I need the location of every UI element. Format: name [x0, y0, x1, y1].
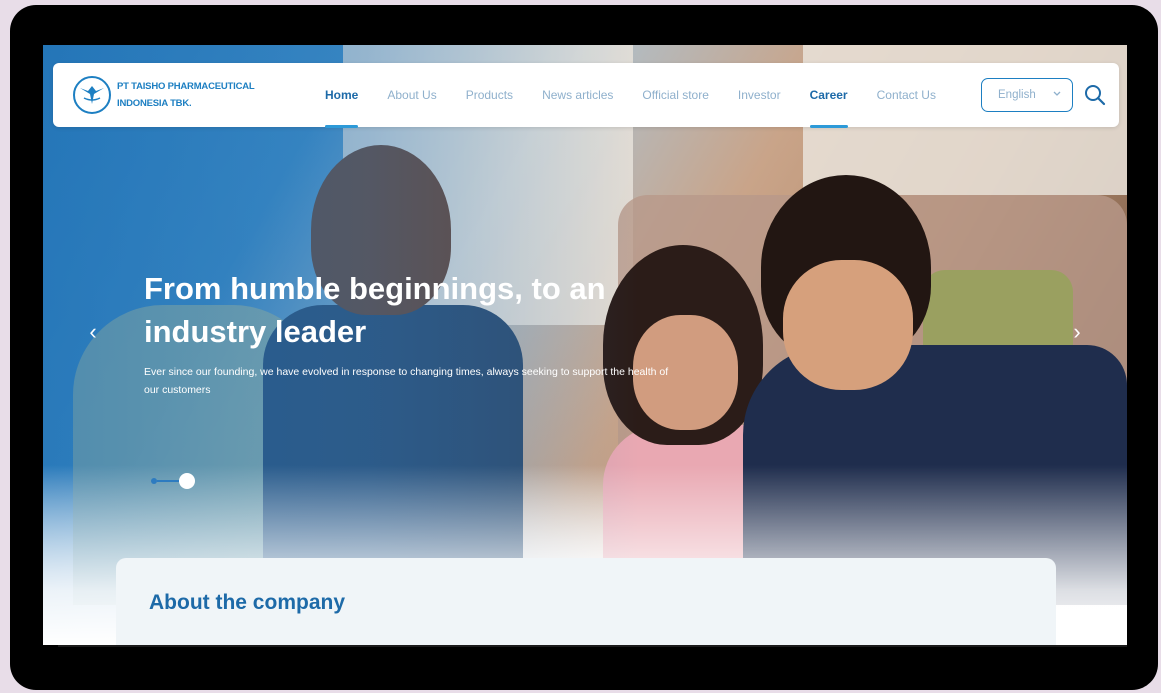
nav-item-contact-us[interactable]: Contact Us	[877, 63, 936, 127]
language-select[interactable]: English	[981, 78, 1073, 112]
company-logo[interactable]	[73, 76, 111, 114]
slide-dot-2-active[interactable]	[179, 473, 195, 489]
slide-indicator	[151, 473, 211, 489]
eagle-logo-icon	[80, 86, 104, 104]
site-header: PT TAISHO PHARMACEUTICAL INDONESIA TBK. …	[53, 63, 1119, 128]
about-section-title: About the company	[149, 591, 346, 614]
screen-bottom-edge	[58, 645, 1127, 647]
nav-item-news-articles[interactable]: News articles	[542, 63, 613, 127]
prev-slide-button[interactable]: ‹	[81, 317, 105, 347]
nav-item-about-us[interactable]: About Us	[387, 63, 436, 127]
company-name[interactable]: PT TAISHO PHARMACEUTICAL INDONESIA TBK.	[117, 78, 287, 112]
hero-title: From humble beginnings, to an industry l…	[144, 271, 606, 349]
about-section-card: About the company	[116, 558, 1056, 645]
nav-item-products[interactable]: Products	[466, 63, 513, 127]
nav-item-investor[interactable]: Investor	[738, 63, 781, 127]
search-icon[interactable]	[1083, 83, 1107, 107]
browser-viewport: PT TAISHO PHARMACEUTICAL INDONESIA TBK. …	[43, 45, 1127, 645]
nav-item-career[interactable]: Career	[809, 63, 848, 128]
company-name-line1: PT TAISHO PHARMACEUTICAL	[117, 81, 255, 92]
main-nav: Home About Us Products News articles Off…	[325, 63, 965, 128]
nav-item-official-store[interactable]: Official store	[642, 63, 708, 127]
slide-indicator-line	[157, 480, 179, 482]
chevron-down-icon	[1052, 88, 1062, 103]
next-slide-button[interactable]: ›	[1065, 317, 1089, 347]
company-name-line2: INDONESIA TBK.	[117, 98, 192, 109]
hero-subtitle: Ever since our founding, we have evolved…	[144, 366, 669, 396]
nav-item-home[interactable]: Home	[325, 63, 359, 128]
language-value: English	[998, 89, 1036, 101]
